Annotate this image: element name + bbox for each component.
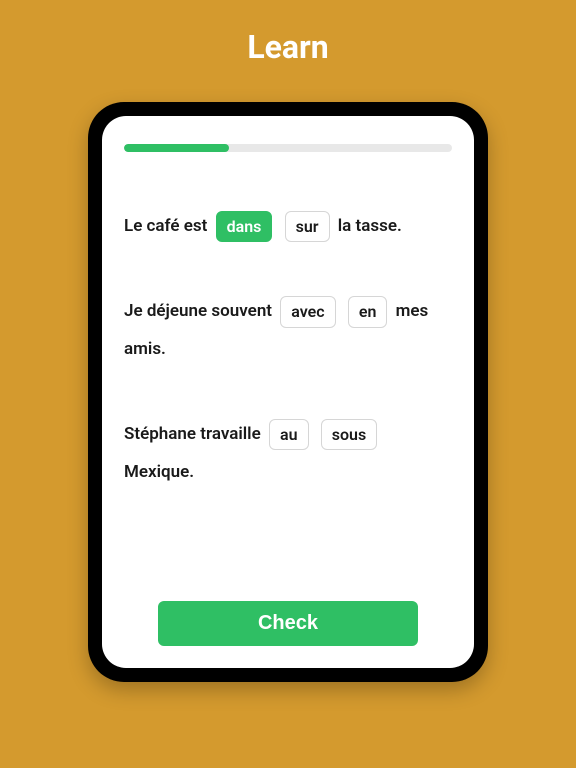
word-choice[interactable]: sous <box>321 419 377 450</box>
progress-fill <box>124 144 229 152</box>
sentence-text: Stéphane travaille <box>124 424 265 444</box>
check-button[interactable]: Check <box>158 601 418 646</box>
tablet-frame: Le café est dans sur la tasse. Je déjeun… <box>88 102 488 682</box>
word-choice[interactable]: avec <box>280 296 335 327</box>
word-choice[interactable]: au <box>269 419 309 450</box>
word-choice[interactable]: dans <box>216 211 273 242</box>
progress-bar <box>124 144 452 152</box>
tablet-screen: Le café est dans sur la tasse. Je déjeun… <box>102 116 474 668</box>
word-choice[interactable]: en <box>348 296 388 327</box>
sentence-row: Je déjeune souvent avec en mes amis. <box>124 293 452 368</box>
word-choice[interactable]: sur <box>285 211 330 242</box>
sentence-row: Stéphane travaille au sous Mexique. <box>124 416 452 491</box>
page-title: Learn <box>247 28 328 66</box>
sentence-list: Le café est dans sur la tasse. Je déjeun… <box>124 208 452 583</box>
sentence-text: Je déjeune souvent <box>124 301 276 321</box>
sentence-text: Mexique. <box>124 462 194 482</box>
sentence-row: Le café est dans sur la tasse. <box>124 208 452 245</box>
sentence-text: Le café est <box>124 216 212 236</box>
sentence-text: la tasse. <box>338 216 402 236</box>
